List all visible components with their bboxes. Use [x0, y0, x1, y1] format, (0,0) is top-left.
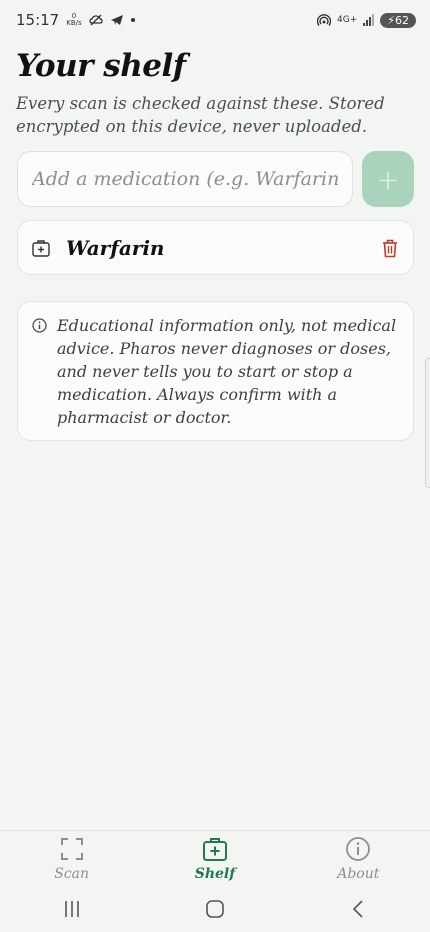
add-medication-row: + — [17, 151, 414, 208]
status-right: 4G+ ⚡62 — [317, 12, 416, 28]
add-medication-input[interactable] — [17, 151, 353, 207]
medkit-icon — [32, 239, 50, 257]
hotspot-icon — [317, 14, 332, 26]
back-icon — [353, 900, 363, 918]
status-time: 15:17 — [16, 11, 60, 29]
recents-icon — [64, 901, 79, 917]
status-left: 15:17 0 KB/s — [16, 11, 135, 29]
scan-frame-icon — [59, 836, 85, 862]
page-title: Your shelf — [16, 48, 186, 84]
back-button[interactable] — [328, 894, 388, 924]
net-speed-unit: KB/s — [66, 19, 82, 27]
nav-scan[interactable]: Scan — [0, 831, 143, 882]
notification-dot — [130, 18, 135, 22]
battery-indicator: ⚡62 — [380, 12, 416, 28]
nav-scan-label: Scan — [54, 866, 90, 882]
network-type: 4G+ — [337, 15, 358, 25]
battery-level: 62 — [395, 13, 409, 27]
cloud-off-icon — [88, 14, 103, 26]
disclaimer-text: Educational information only, not medica… — [57, 316, 397, 427]
add-medication-button[interactable]: + — [362, 151, 414, 207]
telegram-icon — [110, 15, 123, 25]
disclaimer-card: Educational information only, not medica… — [17, 301, 414, 441]
medkit-icon — [202, 836, 228, 862]
nav-shelf[interactable]: Shelf — [143, 831, 286, 882]
medication-name: Warfarin — [66, 235, 165, 260]
recents-button[interactable] — [42, 894, 102, 924]
signal-icon — [363, 14, 375, 26]
bottom-nav: Scan Shelf About — [0, 830, 430, 886]
home-icon — [206, 900, 224, 918]
nav-about-label: About — [337, 866, 380, 882]
net-speed: 0 KB/s — [66, 13, 81, 27]
home-button[interactable] — [185, 894, 245, 924]
info-icon — [32, 318, 47, 333]
medication-item: Warfarin — [17, 220, 414, 275]
status-bar: 15:17 0 KB/s 4G+ ⚡62 — [0, 0, 430, 40]
system-navigation-bar — [0, 886, 430, 932]
nav-about[interactable]: About — [287, 831, 430, 882]
nav-shelf-label: Shelf — [194, 866, 236, 882]
page-subtitle: Every scan is checked against these. Sto… — [16, 94, 385, 136]
info-circle-icon — [345, 836, 371, 862]
trash-icon[interactable] — [381, 238, 399, 258]
edge-panel-handle[interactable] — [425, 358, 430, 488]
